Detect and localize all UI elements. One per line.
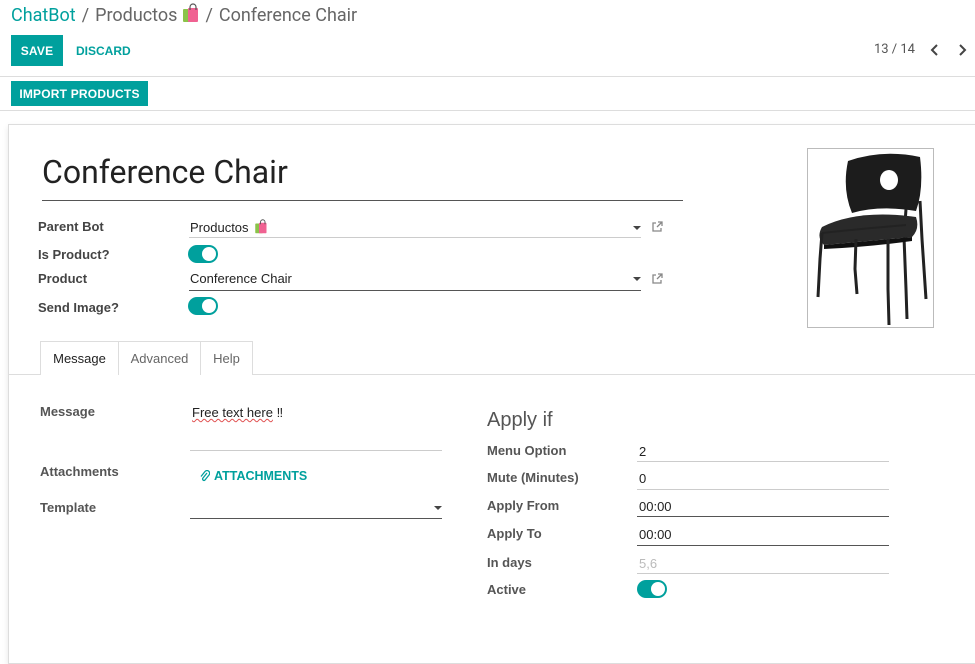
message-field[interactable]: Free text here ‼: [192, 405, 283, 420]
breadcrumb-separator: /: [205, 5, 213, 26]
active-toggle[interactable]: [637, 580, 667, 598]
product-image[interactable]: [807, 148, 934, 328]
tab-message[interactable]: Message: [40, 341, 119, 375]
breadcrumb-productos-label: Productos: [95, 5, 178, 26]
external-link-icon[interactable]: [651, 273, 663, 285]
tab-advanced[interactable]: Advanced: [118, 341, 201, 375]
apply-to-label: Apply To: [487, 526, 542, 541]
divider: [0, 110, 975, 111]
breadcrumb-chatbot-link[interactable]: ChatBot: [11, 5, 76, 26]
field-underline: [190, 518, 442, 519]
field-underline: [637, 545, 889, 546]
active-label: Active: [487, 582, 527, 597]
tab-help[interactable]: Help: [200, 341, 253, 375]
product-label: Product: [38, 271, 88, 286]
toggle-knob: [202, 247, 216, 261]
menu-option-input[interactable]: 2: [639, 444, 646, 459]
message-text-emphasis: ‼: [276, 405, 284, 420]
apply-from-label: Apply From: [487, 498, 560, 513]
attachments-label: Attachments: [40, 464, 119, 479]
save-button[interactable]: SAVE: [11, 35, 63, 66]
parent-bot-field[interactable]: Productos: [190, 219, 268, 235]
breadcrumb-current: Conference Chair: [218, 5, 358, 26]
apply-from-input[interactable]: 00:00: [639, 499, 672, 514]
parent-bot-label: Parent Bot: [38, 219, 104, 234]
discard-button[interactable]: DISCARD: [76, 35, 131, 66]
is-product-label: Is Product?: [38, 247, 110, 262]
toggle-knob: [651, 582, 665, 596]
send-image-toggle[interactable]: [188, 297, 218, 315]
in-days-input[interactable]: 5,6: [639, 556, 657, 571]
field-underline: [189, 290, 641, 291]
import-products-button[interactable]: IMPORT PRODUCTS: [11, 81, 148, 106]
parent-bot-value: Productos: [190, 220, 249, 235]
send-image-label: Send Image?: [38, 300, 119, 315]
apply-to-input[interactable]: 00:00: [639, 527, 672, 542]
shopping-bag-icon: [183, 3, 199, 22]
breadcrumb-separator: /: [81, 5, 90, 26]
shopping-bag-icon: [254, 219, 267, 234]
pager-value[interactable]: 13 / 14: [874, 42, 915, 57]
field-underline: [637, 516, 889, 517]
message-label: Message: [40, 404, 95, 419]
paperclip-icon: [200, 470, 210, 482]
field-underline: [189, 237, 641, 238]
message-text: Free text here: [192, 405, 273, 420]
breadcrumb-productos-link[interactable]: Productos: [95, 3, 199, 26]
dropdown-caret-icon[interactable]: [633, 226, 641, 230]
in-days-label: In days: [487, 555, 532, 570]
divider: [0, 76, 975, 77]
dropdown-caret-icon[interactable]: [633, 277, 641, 281]
menu-option-label: Menu Option: [487, 443, 567, 458]
template-label: Template: [40, 500, 97, 515]
attachments-button[interactable]: ATTACHMENTS: [200, 469, 307, 483]
field-underline: [637, 461, 889, 462]
field-underline: [637, 489, 889, 490]
is-product-toggle[interactable]: [188, 245, 218, 263]
attachments-button-label: ATTACHMENTS: [214, 469, 308, 483]
chevron-right-icon[interactable]: [957, 44, 967, 56]
breadcrumb: ChatBot / Productos / Conference Chair: [11, 3, 357, 26]
chair-image: [816, 153, 928, 326]
apply-if-title: Apply if: [487, 409, 553, 431]
product-field[interactable]: Conference Chair: [190, 271, 292, 286]
field-underline: [637, 573, 889, 574]
mute-minutes-input[interactable]: 0: [639, 471, 646, 486]
field-underline: [190, 450, 442, 451]
external-link-icon[interactable]: [651, 221, 663, 233]
toggle-knob: [202, 299, 216, 313]
record-name-input[interactable]: Conference Chair: [42, 151, 683, 201]
dropdown-caret-icon[interactable]: [434, 506, 442, 510]
mute-minutes-label: Mute (Minutes): [487, 470, 579, 485]
chevron-left-icon[interactable]: [930, 44, 940, 56]
